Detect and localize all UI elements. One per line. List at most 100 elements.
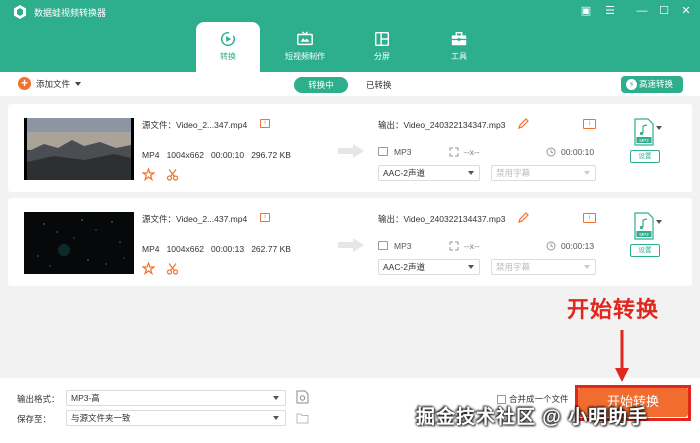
settings-button[interactable]: 设置 [630, 150, 660, 163]
pencil-icon[interactable] [518, 212, 529, 223]
tab-convert-label: 转换 [220, 52, 236, 61]
fast-convert-button[interactable]: ⚡ 高速转换 [621, 76, 683, 93]
app-logo-icon [14, 5, 26, 19]
chevron-down-icon [273, 416, 279, 420]
convert-icon [220, 31, 236, 47]
toolbar: + 添加文件 转换中 已转换 ⚡ 高速转换 [0, 72, 700, 96]
source-duration: 00:00:13 [211, 244, 245, 254]
subtitle-select[interactable]: 禁用字幕 [491, 259, 596, 275]
format-badge-text: MP3 [639, 138, 649, 143]
feedback-icon[interactable]: ▣ [578, 3, 594, 19]
source-file-name: 源文件：Video_2...347.mp4 [142, 120, 248, 130]
source-meta: MP4 1004x662 00:00:10 296.72 KB [142, 150, 291, 160]
subtitle-select[interactable]: 禁用字幕 [491, 165, 596, 181]
close-icon[interactable]: ✕ [678, 3, 694, 19]
tab-split-screen[interactable]: 分屏 [350, 22, 414, 72]
output-format-value: MP3-高 [71, 393, 100, 403]
maximize-icon[interactable]: ☐ [656, 3, 672, 19]
format-badge-text: MP3 [639, 232, 649, 237]
audio-track-select[interactable]: AAC-2声道 [378, 165, 480, 181]
video-thumbnail[interactable] [24, 212, 134, 274]
add-file-button[interactable]: + 添加文件 [18, 77, 82, 90]
subtitle-value: 禁用字幕 [496, 262, 531, 272]
source-resolution: 1004x662 [166, 244, 204, 254]
tab-split-screen-label: 分屏 [374, 52, 390, 61]
arrow-right-icon [338, 238, 364, 252]
main-tabs: 转换 短视频制作 分屏 工具 [196, 22, 504, 72]
output-file-name: 输出：Video_240322134347.mp3 [378, 120, 506, 130]
tab-convert[interactable]: 转换 [196, 22, 260, 72]
clock-icon [546, 241, 556, 251]
info-icon[interactable]: i [260, 213, 270, 222]
arrow-right-icon [338, 144, 364, 158]
app-title: 数据蛙视频转换器 [34, 8, 107, 18]
effects-icon[interactable] [142, 168, 155, 181]
effects-icon[interactable] [142, 262, 155, 275]
info-icon[interactable]: i [260, 119, 270, 128]
mp3-file-icon[interactable]: MP3 [633, 212, 655, 240]
tab-converting[interactable]: 转换中 [294, 77, 348, 93]
annotation-arrow [615, 330, 629, 382]
toolbox-icon [451, 32, 467, 46]
video-thumbnail[interactable] [24, 118, 134, 180]
output-format-select[interactable]: MP3-高 [66, 390, 286, 406]
chevron-down-icon [584, 171, 590, 175]
output-duration: 00:00:10 [561, 147, 595, 157]
chevron-down-icon [273, 396, 279, 400]
tab-short-video-label: 短视频制作 [285, 52, 325, 61]
format-settings-icon[interactable] [296, 390, 309, 404]
plus-icon: + [18, 77, 31, 90]
fast-convert-label: 高速转换 [639, 79, 674, 89]
source-format: MP4 [142, 244, 160, 254]
source-format: MP4 [142, 150, 160, 160]
output-file-name: 输出：Video_240322134437.mp3 [378, 214, 506, 224]
audio-track-value: AAC-2声道 [383, 168, 426, 178]
output-format-label: 输出格式： [17, 394, 60, 404]
watermark: 掘金技术社区 @ 小明助手 [416, 407, 649, 428]
output-resolution: --x-- [464, 147, 480, 157]
pencil-icon[interactable] [518, 118, 529, 129]
chevron-down-icon[interactable] [656, 126, 662, 130]
output-info-icon[interactable]: i [583, 213, 596, 223]
scissors-icon[interactable] [166, 168, 179, 181]
source-duration: 00:00:10 [211, 150, 245, 160]
resolution-icon [449, 147, 459, 157]
chevron-down-icon[interactable] [75, 81, 82, 86]
output-format: MP3 [394, 241, 412, 251]
file-list: 源文件：Video_2...347.mp4 i MP4 1004x662 00:… [0, 96, 700, 378]
settings-button[interactable]: 设置 [630, 244, 660, 257]
annotation-label: 开始转换 [567, 297, 660, 322]
resolution-icon [449, 241, 459, 251]
audio-track-value: AAC-2声道 [383, 262, 426, 272]
tab-tools[interactable]: 工具 [427, 22, 491, 72]
minimize-icon[interactable]: — [634, 3, 650, 19]
output-resolution: --x-- [464, 241, 480, 251]
save-to-select[interactable]: 与源文件夹一致 [66, 410, 286, 426]
chevron-down-icon [584, 265, 590, 269]
tv-icon [297, 31, 313, 46]
audio-track-select[interactable]: AAC-2声道 [378, 259, 480, 275]
source-size: 262.77 KB [251, 244, 291, 254]
mp3-file-icon[interactable]: MP3 [633, 118, 655, 146]
scissors-icon[interactable] [166, 262, 179, 275]
chevron-down-icon [468, 171, 474, 175]
source-file-name: 源文件：Video_2...437.mp4 [142, 214, 248, 224]
output-format: MP3 [394, 147, 412, 157]
output-info-icon[interactable]: i [583, 119, 596, 129]
clock-icon [546, 147, 556, 157]
lightning-icon: ⚡ [626, 79, 637, 90]
source-meta: MP4 1004x662 00:00:13 262.77 KB [142, 244, 291, 254]
menu-icon[interactable]: ☰ [602, 3, 618, 19]
chevron-down-icon[interactable] [656, 220, 662, 224]
tab-converted[interactable]: 已转换 [366, 79, 392, 91]
tab-tools-label: 工具 [451, 52, 467, 61]
tab-short-video[interactable]: 短视频制作 [273, 22, 337, 72]
source-size: 296.72 KB [251, 150, 291, 160]
subtitle-value: 禁用字幕 [496, 168, 531, 178]
add-file-label: 添加文件 [36, 78, 71, 89]
list-item: 源文件：Video_2...347.mp4 i MP4 1004x662 00:… [8, 104, 692, 192]
folder-icon[interactable] [296, 411, 309, 425]
output-duration: 00:00:13 [561, 241, 595, 251]
title-bar: 数据蛙视频转换器 ▣ ☰ — ☐ ✕ 转换 短视频制作 分屏 工具 [0, 0, 700, 72]
list-item: 源文件：Video_2...437.mp4 i MP4 1004x662 00:… [8, 198, 692, 286]
